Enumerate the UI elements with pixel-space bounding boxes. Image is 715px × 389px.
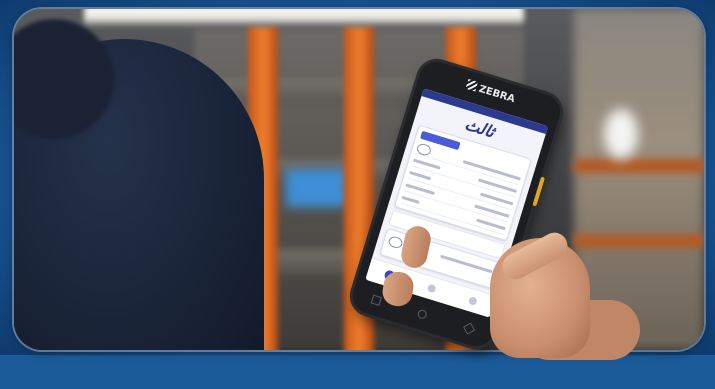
nav-item[interactable] bbox=[426, 283, 437, 294]
recents-icon[interactable] bbox=[370, 294, 382, 306]
blue-package bbox=[286, 169, 348, 207]
back-icon[interactable] bbox=[463, 322, 476, 335]
nav-item[interactable] bbox=[467, 295, 478, 306]
text-line bbox=[476, 218, 506, 230]
ceiling-light bbox=[84, 9, 524, 27]
device-brand: ZEBRA bbox=[477, 83, 517, 106]
text-line bbox=[401, 195, 420, 204]
text-line bbox=[409, 170, 432, 180]
zebra-logo-icon bbox=[465, 79, 478, 92]
home-icon[interactable] bbox=[417, 308, 429, 320]
text-line bbox=[440, 254, 493, 273]
